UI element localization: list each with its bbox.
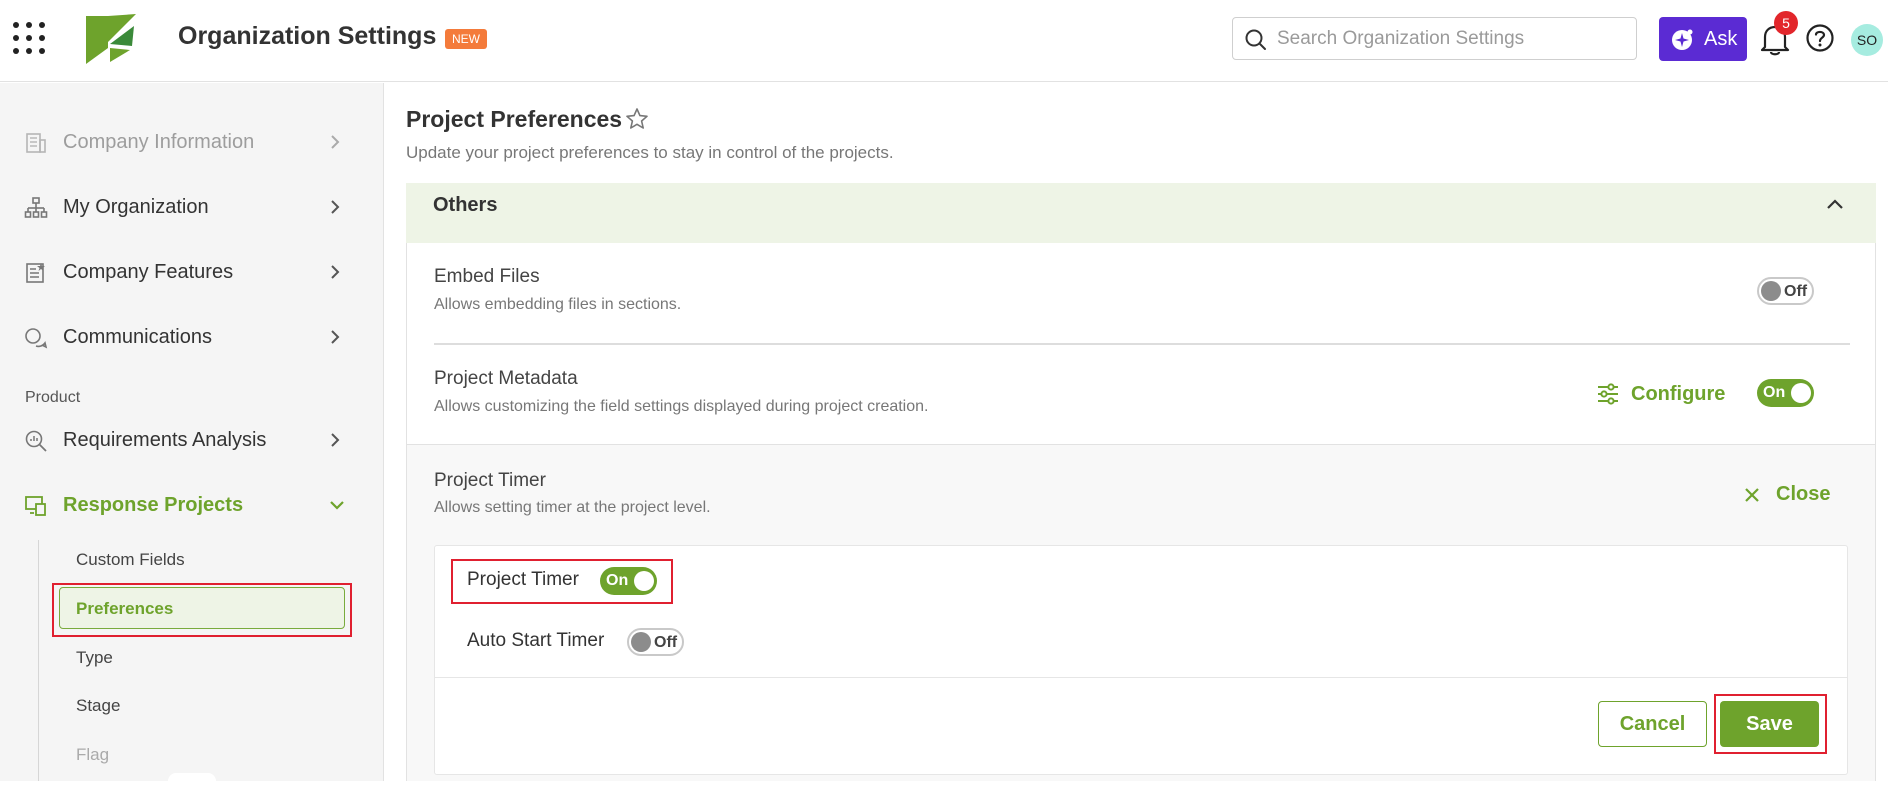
chevron-right-icon xyxy=(331,200,340,214)
subnav-custom-fields[interactable]: Custom Fields xyxy=(76,550,185,570)
ask-label: Ask xyxy=(1704,28,1738,50)
close-label: Close xyxy=(1776,483,1831,505)
subnav-guide-line xyxy=(38,540,39,781)
toggle-state: Off xyxy=(1784,283,1808,300)
user-avatar[interactable]: SO xyxy=(1851,24,1883,56)
app-title: Organization Settings xyxy=(178,22,437,50)
project-metadata-desc: Allows customizing the field settings di… xyxy=(434,398,929,415)
highlight-save xyxy=(1714,694,1827,754)
chevron-right-icon xyxy=(331,330,340,344)
sidebar-item-response-projects[interactable]: Response Projects xyxy=(0,480,384,530)
project-metadata-title: Project Metadata xyxy=(434,368,578,389)
cancel-button[interactable]: Cancel xyxy=(1598,701,1707,747)
scroll-indicator xyxy=(168,773,216,789)
chevron-right-icon xyxy=(331,265,340,279)
subnav-stage[interactable]: Stage xyxy=(76,696,120,716)
org-chart-icon xyxy=(24,197,48,218)
sidebar-item-label: Communications xyxy=(63,326,212,348)
chat-bubbles-icon xyxy=(25,328,48,349)
embed-files-toggle[interactable]: Off xyxy=(1757,277,1814,305)
chevron-right-icon xyxy=(331,135,340,149)
toggle-state: On xyxy=(1763,384,1786,401)
sidebar-item-label: Company Information xyxy=(63,131,255,153)
section-divider xyxy=(406,444,1876,445)
chevron-down-icon xyxy=(330,501,344,510)
embed-files-desc: Allows embedding files in sections. xyxy=(434,296,682,313)
search-box[interactable] xyxy=(1232,17,1637,60)
features-list-icon xyxy=(26,263,45,283)
highlight-preferences xyxy=(52,583,352,637)
project-timer-desc: Allows setting timer at the project leve… xyxy=(434,499,711,516)
sidebar-item-company-features[interactable]: Company Features xyxy=(0,247,384,297)
page-title: Project Preferences xyxy=(406,106,623,132)
sidebar-item-label: My Organization xyxy=(63,196,209,218)
toggle-knob xyxy=(1761,281,1781,301)
page-subtitle: Update your project preferences to stay … xyxy=(406,143,894,162)
toggle-state: Off xyxy=(654,634,678,651)
close-icon xyxy=(1745,488,1759,502)
chevron-right-icon xyxy=(331,433,340,447)
ask-button[interactable]: Ask xyxy=(1659,17,1747,61)
auto-start-timer-label: Auto Start Timer xyxy=(467,630,605,651)
sidebar-item-my-organization[interactable]: My Organization xyxy=(0,182,384,232)
search-icon xyxy=(1245,29,1266,50)
sidebar: Company Information My Organization Comp… xyxy=(0,83,384,789)
sliders-icon xyxy=(1598,383,1618,405)
new-badge: NEW xyxy=(445,29,487,49)
toggle-knob xyxy=(1791,383,1811,403)
sidebar-section-product: Product xyxy=(25,389,81,406)
projects-icon xyxy=(25,496,46,516)
sidebar-item-label: Company Features xyxy=(63,261,234,283)
sidebar-item-requirements-analysis[interactable]: Requirements Analysis xyxy=(0,415,384,465)
toggle-knob xyxy=(631,632,651,652)
project-timer-title: Project Timer xyxy=(434,470,546,491)
top-header: Organization Settings NEW Ask 5 SO xyxy=(0,0,1888,82)
notification-count-badge: 5 xyxy=(1774,11,1798,35)
sidebar-item-label: Requirements Analysis xyxy=(63,429,267,451)
building-icon xyxy=(26,133,46,153)
card-divider xyxy=(435,677,1847,678)
favorite-star-icon[interactable] xyxy=(625,107,649,131)
brand-logo[interactable] xyxy=(84,12,138,64)
chevron-up-icon xyxy=(1827,199,1843,209)
sidebar-item-label: Response Projects xyxy=(63,494,244,516)
ai-sparkle-icon xyxy=(1672,29,1693,50)
highlight-project-timer xyxy=(451,559,673,604)
configure-label: Configure xyxy=(1631,383,1726,405)
project-metadata-toggle[interactable]: On xyxy=(1757,379,1814,407)
others-section-title: Others xyxy=(433,194,498,216)
search-analysis-icon xyxy=(25,430,47,452)
others-section-header[interactable]: Others xyxy=(406,183,1876,243)
sidebar-item-communications[interactable]: Communications xyxy=(0,312,384,362)
subnav-type[interactable]: Type xyxy=(76,648,113,668)
embed-files-title: Embed Files xyxy=(434,266,540,287)
close-link[interactable]: Close xyxy=(1740,481,1830,509)
subnav-flag[interactable]: Flag xyxy=(76,745,109,765)
row-divider xyxy=(434,343,1850,345)
search-input[interactable] xyxy=(1277,24,1627,54)
help-icon[interactable] xyxy=(1805,23,1835,53)
app-grid-icon[interactable] xyxy=(13,22,47,56)
auto-start-timer-toggle[interactable]: Off xyxy=(627,628,684,656)
sidebar-item-company-information[interactable]: Company Information xyxy=(0,117,384,167)
